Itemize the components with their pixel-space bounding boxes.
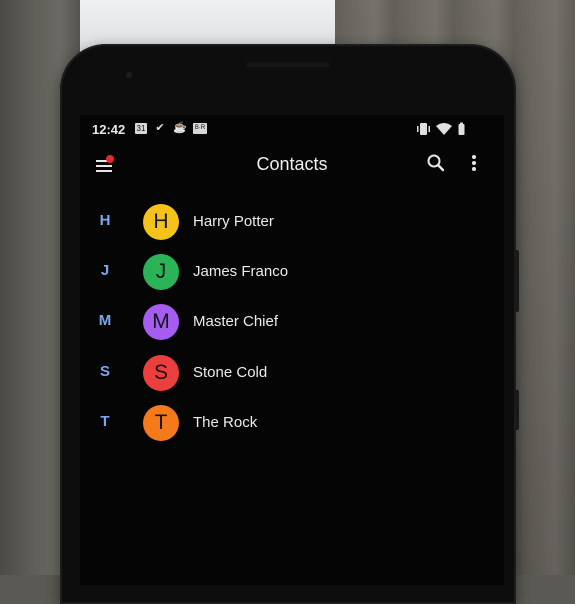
contact-name: James Franco — [193, 263, 289, 280]
avatar: T — [143, 405, 179, 441]
list-item[interactable]: T T The Rock — [80, 399, 504, 449]
earpiece — [246, 62, 330, 67]
calendar-icon: 31 — [135, 123, 147, 134]
wifi-icon — [436, 123, 452, 135]
contact-name: The Rock — [193, 414, 258, 431]
list-item[interactable]: H H Harry Potter — [80, 198, 504, 248]
status-right-icons — [416, 122, 482, 136]
contact-name: Harry Potter — [193, 213, 274, 230]
phone-screen: 12:42 31 ✔ ☕ B·R Contacts H H Harry Pott… — [80, 115, 504, 585]
vibrate-icon — [417, 123, 430, 135]
task-check-icon: ✔ — [155, 122, 165, 134]
section-letter: S — [99, 363, 110, 380]
volume-button — [514, 250, 519, 312]
power-button — [514, 390, 519, 430]
section-letter: J — [100, 262, 110, 279]
avatar: S — [143, 355, 179, 391]
cup-icon: ☕ — [173, 122, 187, 134]
avatar: M — [143, 304, 179, 340]
search-icon[interactable] — [425, 152, 447, 174]
status-time: 12:42 — [92, 122, 126, 137]
contact-name: Stone Cold — [193, 364, 268, 381]
status-bar: 12:42 31 ✔ ☕ B·R — [80, 115, 504, 143]
more-vertical-icon[interactable] — [466, 154, 482, 174]
list-item[interactable]: J J James Franco — [80, 248, 504, 298]
section-letter: H — [99, 212, 111, 229]
br-badge-icon: B·R — [193, 123, 207, 134]
list-item[interactable]: S S Stone Cold — [80, 349, 504, 399]
avatar: H — [143, 204, 179, 240]
list-item[interactable]: M M Master Chief — [80, 298, 504, 348]
contact-name: Master Chief — [193, 313, 279, 330]
section-letter: T — [100, 413, 110, 430]
avatar: J — [143, 254, 179, 290]
front-camera — [126, 72, 132, 78]
battery-icon — [458, 122, 465, 135]
section-letter: M — [98, 312, 112, 329]
